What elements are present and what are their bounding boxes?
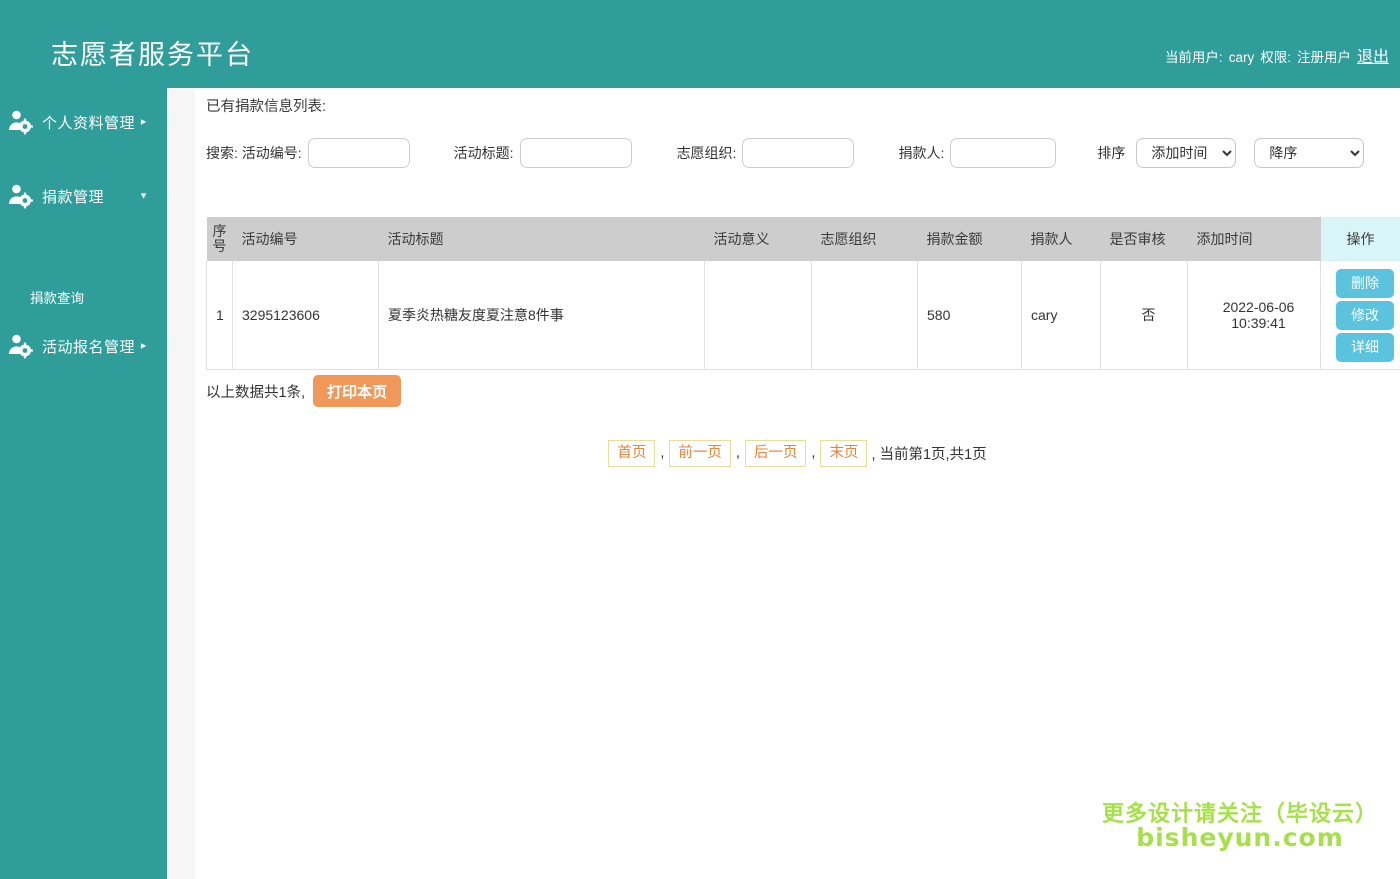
- chevron-right-icon: ►: [139, 340, 148, 351]
- activity-code-input[interactable]: [307, 138, 410, 168]
- pagination-separator: ,: [660, 445, 665, 462]
- pagination-prev[interactable]: 前一页: [669, 440, 731, 467]
- record-count-text: 以上数据共1条,: [206, 384, 306, 401]
- cell-donor: cary: [1021, 261, 1101, 370]
- cell-operations: 删除 修改 详细: [1320, 261, 1400, 370]
- column-header-add-time: 添加时间: [1187, 217, 1321, 261]
- main-content: 已有捐款信息列表: 搜索: 活动编号: 活动标题: 志愿组织: 捐款人: 排序 …: [195, 88, 1400, 879]
- page-title: 志愿者服务平台: [51, 40, 254, 70]
- role-value: 注册用户: [1296, 50, 1351, 65]
- donation-table-wrapper: 序号 活动编号 活动标题 活动意义 志愿组织 捐款金额 捐款人 是否审核 添加时…: [206, 217, 1400, 370]
- cell-add-time: 2022-06-06 10:39:41: [1187, 261, 1321, 370]
- pagination-separator: ,: [735, 445, 740, 462]
- page-root: 志愿者服务平台 当前用户: cary 权限: 注册用户 退出 个人资料管理 ► …: [0, 0, 1400, 879]
- delete-button[interactable]: 删除: [1336, 268, 1394, 298]
- pagination-info: , 当前第1页,共1页: [871, 446, 987, 463]
- chevron-right-icon: ►: [139, 116, 148, 127]
- sidebar-nav: 个人资料管理 ► 捐款管理 ▼ 捐款查询 活动报名管理 ►: [0, 88, 167, 879]
- table-row: 1 3295123606 夏季炎热糖友度夏注意8件事 580 cary 否 20…: [206, 261, 1400, 370]
- sidebar-item-activity-registration-management[interactable]: 活动报名管理 ►: [0, 322, 167, 370]
- edit-button[interactable]: 修改: [1336, 300, 1394, 330]
- pagination-first[interactable]: 首页: [608, 440, 656, 467]
- header-user-info: 当前用户: cary 权限: 注册用户 退出: [1165, 43, 1389, 67]
- current-user-name: cary: [1228, 50, 1255, 65]
- sidebar-item-profile-management[interactable]: 个人资料管理 ►: [0, 98, 167, 146]
- add-time-date: 2022-06-06: [1222, 298, 1295, 315]
- donor-label: 捐款人:: [898, 145, 945, 161]
- sidebar-submenu-donation: 捐款查询: [0, 278, 167, 316]
- sidebar-item-label: 捐款管理: [42, 188, 105, 206]
- sort-field-select[interactable]: 添加时间捐款金额活动编号: [1136, 138, 1237, 168]
- pagination-last[interactable]: 末页: [820, 440, 868, 467]
- column-header-activity-meaning: 活动意义: [704, 217, 812, 261]
- cell-audited: 否: [1100, 261, 1188, 370]
- activity-title-input[interactable]: [519, 138, 632, 168]
- activity-title-label: 活动标题:: [453, 145, 514, 161]
- pagination-next[interactable]: 后一页: [744, 440, 807, 467]
- filter-bar: 搜索: 活动编号: 活动标题: 志愿组织: 捐款人: 排序 添加时间捐款金额活动…: [206, 136, 1396, 170]
- sort-label: 排序: [1097, 145, 1126, 161]
- summary-bar: 以上数据共1条, 打印本页: [206, 375, 402, 407]
- donation-table: 序号 活动编号 活动标题 活动意义 志愿组织 捐款金额 捐款人 是否审核 添加时…: [206, 217, 1400, 370]
- column-header-amount: 捐款金额: [917, 217, 1022, 261]
- column-header-organization: 志愿组织: [811, 217, 918, 261]
- cell-activity-meaning: [704, 261, 812, 370]
- print-button[interactable]: 打印本页: [313, 375, 402, 407]
- organization-label: 志愿组织:: [676, 145, 737, 161]
- column-header-activity-code: 活动编号: [232, 217, 379, 261]
- column-header-activity-title: 活动标题: [378, 217, 705, 261]
- cell-organization: [811, 261, 918, 370]
- layout-gutter: [167, 88, 195, 879]
- sidebar-subitem-label: 捐款查询: [30, 291, 84, 306]
- donor-input[interactable]: [950, 138, 1057, 168]
- pagination-separator: ,: [811, 445, 816, 462]
- current-user-label: 当前用户:: [1164, 50, 1223, 65]
- list-heading: 已有捐款信息列表:: [206, 99, 327, 115]
- add-time-clock: 10:39:41: [1231, 314, 1286, 331]
- sidebar-item-label: 活动报名管理: [42, 338, 136, 356]
- logout-link[interactable]: 退出: [1357, 43, 1389, 67]
- cell-index: 1: [206, 261, 233, 370]
- role-label: 权限:: [1260, 50, 1291, 65]
- sidebar-item-label: 个人资料管理: [42, 114, 136, 132]
- user-gear-icon: [6, 332, 34, 360]
- column-header-audited: 是否审核: [1100, 217, 1188, 261]
- organization-input[interactable]: [742, 138, 855, 168]
- column-header-operations: 操作: [1320, 217, 1400, 261]
- activity-code-label: 搜索: 活动编号:: [206, 145, 302, 161]
- pagination: 首页 , 前一页 , 后一页 , 末页 , 当前第1页,共1页: [195, 440, 1400, 467]
- cell-amount: 580: [917, 261, 1022, 370]
- cell-activity-title: 夏季炎热糖友度夏注意8件事: [378, 261, 705, 370]
- column-header-donor: 捐款人: [1021, 217, 1101, 261]
- table-header-row: 序号 活动编号 活动标题 活动意义 志愿组织 捐款金额 捐款人 是否审核 添加时…: [206, 217, 1400, 261]
- detail-button[interactable]: 详细: [1336, 332, 1394, 362]
- sort-order-select[interactable]: 降序升序: [1254, 138, 1365, 168]
- cell-activity-code: 3295123606: [232, 261, 379, 370]
- app-header: 志愿者服务平台 当前用户: cary 权限: 注册用户 退出: [0, 0, 1400, 88]
- user-gear-icon: [6, 182, 34, 210]
- column-header-index: 序号: [206, 217, 233, 261]
- sidebar-item-donation-query[interactable]: 捐款查询: [0, 278, 167, 316]
- user-gear-icon: [6, 108, 34, 136]
- chevron-down-icon: ▼: [139, 190, 148, 201]
- sidebar-item-donation-management[interactable]: 捐款管理 ▼: [0, 172, 167, 220]
